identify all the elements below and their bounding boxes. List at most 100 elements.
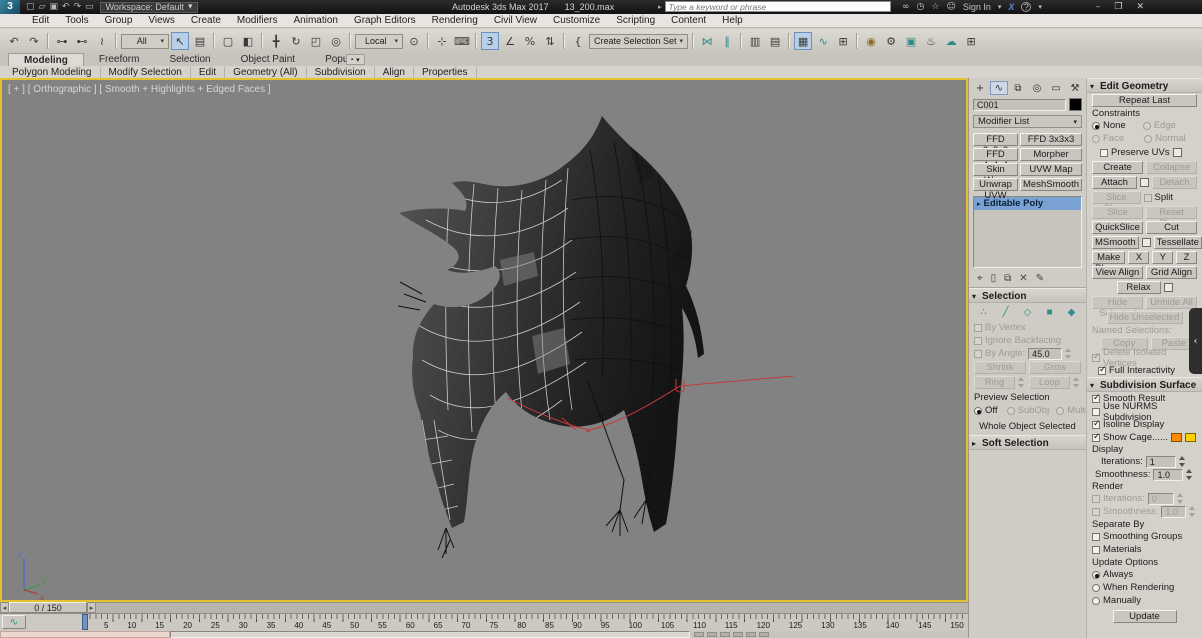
windows-grid-button[interactable]: ⊞▾ <box>962 32 980 50</box>
display-iterations-spinner[interactable] <box>1179 456 1187 467</box>
layer-explorer-button[interactable]: ▤▾ <box>766 32 784 50</box>
render-cloud-button[interactable]: ☁▾ <box>942 32 960 50</box>
cage-selected-color-swatch[interactable] <box>1185 433 1196 442</box>
ribbon-tab[interactable]: Freeform <box>84 53 155 66</box>
ring-button[interactable]: Ring <box>974 376 1015 389</box>
planar-z-button[interactable]: Z <box>1176 251 1197 264</box>
configure-modifier-sets-button[interactable]: ✎ <box>1036 273 1044 284</box>
tab-modify[interactable]: ∿ <box>990 81 1008 95</box>
subdivision-surface-header[interactable]: Subdivision Surface <box>1087 377 1202 392</box>
object-color-swatch[interactable] <box>1069 98 1082 111</box>
render-iterations-spinner[interactable] <box>1177 493 1185 504</box>
ribbon-subtab[interactable]: Properties <box>414 67 477 78</box>
msmooth-button[interactable]: MSmooth <box>1092 236 1139 249</box>
menu-item[interactable]: Views <box>140 15 183 26</box>
constraint-face-radio[interactable] <box>1092 135 1100 143</box>
element-mode-button[interactable]: ◆ <box>1064 306 1079 319</box>
menu-item[interactable]: Animation <box>285 15 345 26</box>
ribbon-tab[interactable]: Selection <box>154 53 225 66</box>
modifier-preset-button[interactable]: UVW Map <box>1020 163 1082 176</box>
search-icon[interactable]: ∞ <box>902 2 910 12</box>
make-unique-button[interactable]: ⧉ <box>1004 273 1011 284</box>
search-flyout-arrow[interactable]: ▸ <box>658 3 662 11</box>
mini-curve-editor-button[interactable]: ∿ <box>2 615 26 629</box>
expand-arrow-icon[interactable]: ▸ <box>977 200 981 208</box>
render-iterations-checkbox[interactable] <box>1092 495 1100 503</box>
hide-unselected-button[interactable]: Hide Unselected <box>1107 311 1183 324</box>
preserve-uvs-settings-icon[interactable] <box>1173 148 1182 157</box>
collapse-button[interactable]: Collapse <box>1146 161 1197 174</box>
relax-settings-icon[interactable] <box>1164 283 1173 292</box>
menu-item[interactable]: Help <box>714 15 751 26</box>
cut-button[interactable]: Cut <box>1146 221 1197 234</box>
display-iterations-field[interactable]: 1 <box>1146 456 1176 468</box>
help-chevron-icon[interactable]: ▾ <box>1038 3 1042 11</box>
msmooth-settings-icon[interactable] <box>1142 238 1151 247</box>
time-slider-track[interactable] <box>96 602 968 613</box>
cage-color-swatch[interactable] <box>1171 433 1182 442</box>
planar-x-button[interactable]: X <box>1128 251 1149 264</box>
rectangular-selection-region-button[interactable]: ▢▾ <box>219 32 237 50</box>
next-frame-button[interactable]: ▸ <box>87 602 96 613</box>
show-end-result-button[interactable]: ▯ <box>991 273 997 284</box>
open-file-icon[interactable]: ▱ <box>39 2 46 12</box>
use-pivot-point-center-button[interactable]: ⊙▾ <box>405 32 423 50</box>
slice-plane-button[interactable]: Slice Plane <box>1092 191 1141 204</box>
snaps-toggle-button[interactable]: 3▾ <box>481 32 499 50</box>
render-smoothness-field[interactable]: 1.0 <box>1161 506 1186 518</box>
display-smoothness-spinner[interactable] <box>1186 469 1194 480</box>
preserve-uvs-checkbox[interactable] <box>1100 149 1108 157</box>
render-setup-button[interactable]: ⚙▾ <box>882 32 900 50</box>
search-input[interactable] <box>665 1 891 12</box>
sign-in-button[interactable]: Sign In <box>963 2 991 12</box>
time-slider-thumb[interactable]: 0 / 150 <box>9 602 87 613</box>
slice-button[interactable]: Slice <box>1092 206 1143 219</box>
angle-snap-button[interactable]: ∠▾ <box>501 32 519 50</box>
bind-to-space-warp-button[interactable]: ≀▾ <box>93 32 111 50</box>
loop-button[interactable]: Loop <box>1029 376 1070 389</box>
select-and-scale-button[interactable]: ◰▾ <box>307 32 325 50</box>
ribbon-tab[interactable]: Object Paint <box>226 53 310 66</box>
detach-button[interactable]: Detach <box>1152 176 1197 189</box>
schematic-view-button[interactable]: ⊞▾ <box>834 32 852 50</box>
constraint-none-radio[interactable] <box>1092 122 1100 130</box>
favorites-star-icon[interactable]: ☆ <box>931 2 939 12</box>
render-smoothness-checkbox[interactable] <box>1092 508 1100 516</box>
select-and-move-button[interactable]: ╋▾ <box>267 32 285 50</box>
render-iterations-field[interactable]: 0 <box>1148 493 1174 505</box>
modifier-preset-button[interactable]: MeshSmooth <box>1020 178 1082 191</box>
menu-item[interactable]: Tools <box>57 15 96 26</box>
tab-motion[interactable]: ◎ <box>1028 81 1046 95</box>
select-and-manipulate-button[interactable]: ⊹▾ <box>433 32 451 50</box>
menu-item[interactable]: Modifiers <box>229 15 286 26</box>
preview-subobj-radio[interactable] <box>1007 407 1015 415</box>
workspace-dropdown[interactable]: Workspace: Default▾ <box>100 2 199 13</box>
ribbon-toggle-button[interactable]: ▦▾ <box>794 32 812 50</box>
quickslice-button[interactable]: QuickSlice <box>1092 221 1143 234</box>
menu-item[interactable]: Edit <box>24 15 57 26</box>
mirror-button[interactable]: ⋈▾ <box>698 32 716 50</box>
close-button[interactable]: ✕ <box>1136 2 1144 12</box>
update-manually-radio[interactable] <box>1092 597 1100 605</box>
ribbon-subtab[interactable]: Modify Selection <box>101 67 191 78</box>
use-nurms-checkbox[interactable] <box>1092 408 1100 416</box>
curve-editor-button[interactable]: ∿▾ <box>814 32 832 50</box>
align-button[interactable]: ∥▾ <box>718 32 736 50</box>
redo-small-icon[interactable]: ↷ <box>74 2 82 12</box>
update-always-radio[interactable] <box>1092 571 1100 579</box>
planar-y-button[interactable]: Y <box>1152 251 1173 264</box>
menu-item[interactable]: Civil View <box>486 15 545 26</box>
make-planar-button[interactable]: Make Planar <box>1092 251 1125 264</box>
ribbon-tab[interactable]: Modeling <box>8 53 84 66</box>
menu-item[interactable]: Graph Editors <box>346 15 424 26</box>
save-file-icon[interactable]: ▣ <box>49 2 58 12</box>
tab-display[interactable]: ▭ <box>1047 81 1065 95</box>
track-bar-ruler[interactable]: 5101520253035404550556065707580859095100… <box>84 614 964 631</box>
viewport-canvas[interactable]: z y x <box>2 80 966 600</box>
viewport-label[interactable]: [ + ] [ Orthographic ] [ Smooth + Highli… <box>8 84 271 95</box>
window-crossing-toggle[interactable]: ◧▾ <box>239 32 257 50</box>
attach-button[interactable]: Attach <box>1092 176 1137 189</box>
grid-align-button[interactable]: Grid Align <box>1146 266 1197 279</box>
selection-filter-dropdown[interactable]: All▾ <box>121 34 169 49</box>
modifier-preset-button[interactable]: FFD 4x4x4 <box>973 148 1018 161</box>
